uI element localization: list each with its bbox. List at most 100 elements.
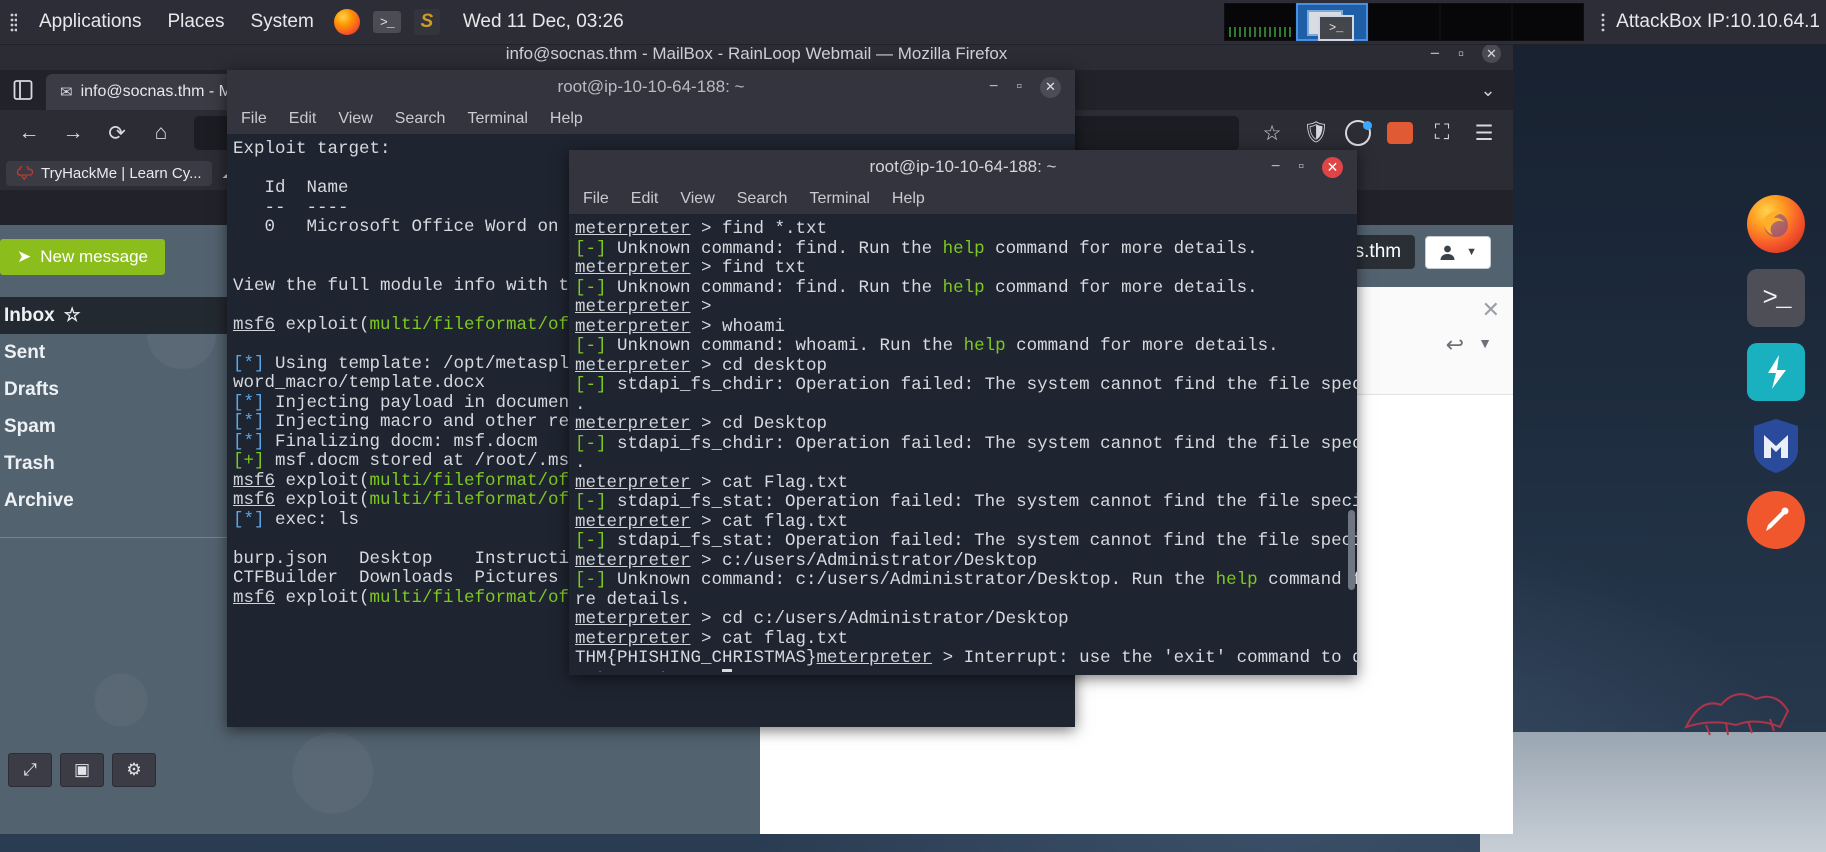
new-message-button[interactable]: ➤ New message xyxy=(0,239,165,275)
close-button[interactable]: ✕ xyxy=(1482,44,1501,63)
terminal-text: Injecting macro and other requir xyxy=(264,412,612,432)
terminal-icon[interactable]: >_ xyxy=(367,0,407,45)
terminal-text: multi/fileformat/offic xyxy=(369,490,601,510)
pentest-tools-icon[interactable] xyxy=(1747,491,1805,549)
terminal-front-output[interactable]: meterpreter > find *.txt [-] Unknown comm… xyxy=(569,214,1357,672)
terminal-text: help xyxy=(1215,570,1258,590)
terminal-window-front[interactable]: root@ip-10-10-64-188: ~ − ▫ ✕ File Edit … xyxy=(569,150,1357,675)
bookmark-tryhackme[interactable]: TryHackMe | Learn Cy... xyxy=(6,160,212,186)
pocket-icon[interactable]: 🛡 xyxy=(1297,114,1335,152)
clock[interactable]: Wed 11 Dec, 03:26 xyxy=(447,11,640,33)
bookmark-star-icon[interactable]: ☆ xyxy=(1253,114,1291,152)
close-button[interactable]: ✕ xyxy=(1040,76,1061,98)
menu-edit[interactable]: Edit xyxy=(289,110,317,128)
firefox-icon[interactable] xyxy=(1747,195,1805,253)
workspace-3[interactable] xyxy=(1368,3,1441,41)
terminal-line: meterpreter > cat flag.txt xyxy=(573,512,1357,533)
maximize-button[interactable]: ▫ xyxy=(1458,44,1464,64)
terminal-text: [-] xyxy=(575,531,607,551)
terminal-text: View the full module info with the xyxy=(233,275,601,296)
menu-file[interactable]: File xyxy=(583,190,609,208)
browser-tab-mailbox[interactable]: ✉ info@socnas.thm - Ma xyxy=(46,74,255,110)
menu-applications[interactable]: Applications xyxy=(26,0,154,45)
close-button[interactable]: ✕ xyxy=(1322,156,1343,178)
firefox-glyph xyxy=(1763,211,1788,237)
sublime-icon[interactable]: S xyxy=(407,0,447,45)
menu-search[interactable]: Search xyxy=(737,190,788,208)
save-to-pocket-icon[interactable]: ⛶ xyxy=(1423,114,1461,152)
sidebar-toggle-icon[interactable] xyxy=(0,70,46,110)
close-message-icon[interactable]: ✕ xyxy=(1482,297,1500,323)
terminal-text: > xyxy=(691,669,723,672)
workspace-5[interactable] xyxy=(1512,3,1585,41)
terminal-text: meterpreter xyxy=(575,219,691,239)
terminal-icon[interactable]: >_ xyxy=(1747,269,1805,327)
sidebar-item-sent[interactable]: Sent xyxy=(0,334,228,371)
workspace-1[interactable] xyxy=(1224,3,1297,41)
home-icon[interactable]: ⌂ xyxy=(142,114,180,152)
sidebar-item-drafts[interactable]: Drafts xyxy=(0,371,228,408)
metasploit-icon[interactable] xyxy=(1747,417,1805,475)
terminal-text: > cd Desktop xyxy=(690,414,828,434)
grip-icon-right xyxy=(1590,12,1616,32)
sidebar-item-trash[interactable]: Trash xyxy=(0,445,228,482)
reply-options-caret-icon[interactable]: ▼ xyxy=(1478,335,1492,351)
menu-terminal[interactable]: Terminal xyxy=(467,110,527,128)
menu-search[interactable]: Search xyxy=(395,110,446,128)
terminal-line: meterpreter > find txt xyxy=(573,258,1357,279)
back-icon[interactable]: ← xyxy=(10,114,48,152)
folder-list: Inbox ☆ Sent Drafts Spam Trash Archive xyxy=(0,297,228,519)
menu-system[interactable]: System xyxy=(237,0,326,45)
sidebar-item-inbox[interactable]: Inbox ☆ xyxy=(0,297,228,334)
workspace-4[interactable] xyxy=(1440,3,1513,41)
account-icon[interactable] xyxy=(1339,114,1377,152)
terminal-scrollbar[interactable] xyxy=(1348,510,1355,590)
terminal-text: > whoami xyxy=(690,316,786,337)
terminal-text: Finalizing docm: msf.docm xyxy=(264,431,538,452)
menu-edit[interactable]: Edit xyxy=(631,190,659,208)
workspace-2-active[interactable]: >_ xyxy=(1296,3,1369,41)
minimize-button[interactable]: − xyxy=(989,78,998,96)
terminal-text: meterpreter xyxy=(575,297,691,317)
minimize-button[interactable]: − xyxy=(1430,44,1440,64)
menu-help[interactable]: Help xyxy=(550,110,583,128)
workspace-switcher[interactable]: >_ xyxy=(1224,3,1585,41)
reply-icon[interactable]: ↩ xyxy=(1446,332,1464,358)
desktop-screen: Applications Places System >_ S Wed 11 D… xyxy=(0,0,1826,852)
terminal-text: [-] xyxy=(575,492,607,512)
terminal-text: > find *.txt xyxy=(690,219,828,239)
terminal-text: meterpreter xyxy=(575,355,691,376)
expand-icon[interactable]: ⤢ xyxy=(8,752,52,787)
menu-file[interactable]: File xyxy=(241,110,267,128)
forward-icon[interactable]: → xyxy=(54,114,92,152)
reload-icon[interactable]: ⟳ xyxy=(98,114,136,152)
terminal-line: meterpreter > whoami xyxy=(573,316,1357,338)
menu-view[interactable]: View xyxy=(338,110,372,128)
star-icon[interactable]: ☆ xyxy=(64,304,81,327)
settings-icon[interactable]: ⚙ xyxy=(112,752,156,787)
chevron-down-icon[interactable]: ⌄ xyxy=(1463,70,1513,110)
terminal-text: re details. xyxy=(575,589,691,610)
maximize-button[interactable]: ▫ xyxy=(1016,78,1022,96)
user-menu-button[interactable]: ▼ xyxy=(1425,235,1491,269)
terminal-text: command for more details. xyxy=(984,238,1258,259)
extension-icon[interactable] xyxy=(1381,114,1419,152)
maximize-button[interactable]: ▫ xyxy=(1298,158,1304,176)
burpsuite-icon[interactable] xyxy=(1747,343,1805,401)
system-label: System xyxy=(250,11,314,32)
menu-view[interactable]: View xyxy=(680,190,714,208)
sidebar-item-archive[interactable]: Archive xyxy=(0,482,228,519)
firefox-icon[interactable] xyxy=(327,0,367,45)
envelope-icon: ✉ xyxy=(60,84,73,101)
menu-terminal[interactable]: Terminal xyxy=(809,190,869,208)
terminal-text: [*] xyxy=(233,412,265,432)
menu-hamburger-icon[interactable]: ☰ xyxy=(1465,114,1503,152)
sidebar-item-spam[interactable]: Spam xyxy=(0,408,228,445)
terminal-line: [-] Unknown command: find. Run the help … xyxy=(573,278,1357,299)
terminal-text: [-] xyxy=(575,375,607,395)
menu-help[interactable]: Help xyxy=(892,190,925,208)
minimize-button[interactable]: − xyxy=(1271,158,1280,176)
camera-icon[interactable]: ▣ xyxy=(60,752,104,787)
terminal-text: command for mo xyxy=(1268,570,1357,590)
menu-places[interactable]: Places xyxy=(154,0,237,45)
